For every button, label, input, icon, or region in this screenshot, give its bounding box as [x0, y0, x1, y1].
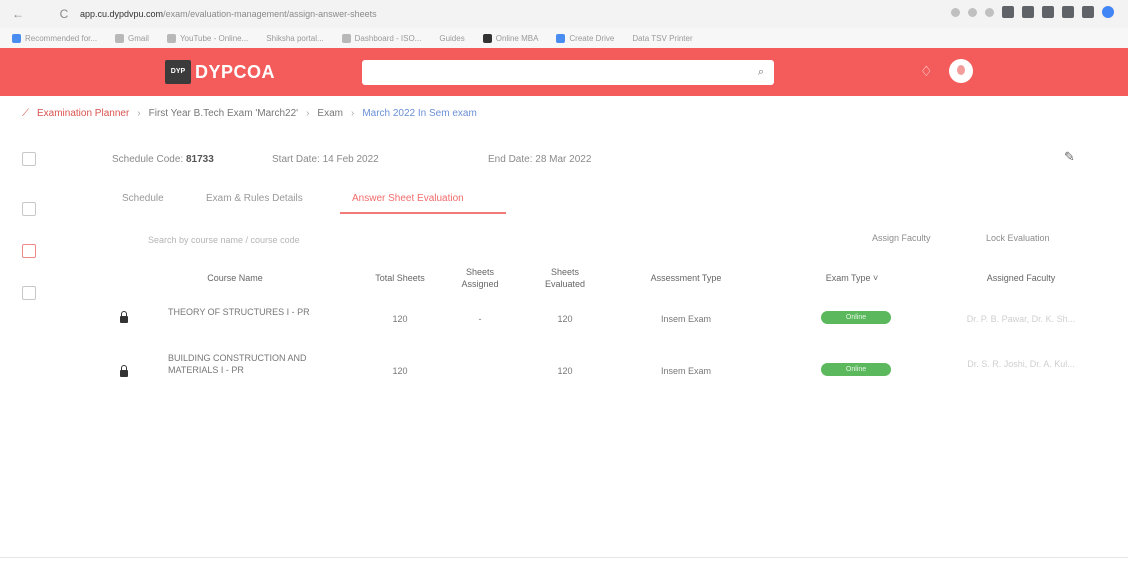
col-assigned-faculty: Assigned Faculty — [986, 273, 1056, 283]
divider — [0, 557, 1128, 558]
schedule-code-value: 81733 — [185, 154, 214, 165]
breadcrumb-separator: › — [306, 108, 310, 119]
tab-exam-rules[interactable]: Exam & Rules Details — [206, 193, 303, 204]
total-sheets: 120 — [392, 366, 408, 376]
calendar-icon[interactable] — [22, 202, 36, 216]
sheets-assigned: - — [478, 314, 482, 324]
reload-icon[interactable]: C — [54, 7, 74, 21]
end-date: End Date: 28 Mar 2022 — [488, 154, 592, 165]
col-exam-type[interactable]: Exam Type ˅ — [812, 272, 892, 284]
search-input[interactable]: ⌕ — [362, 60, 774, 85]
settings-icon[interactable] — [22, 286, 36, 300]
search-icon[interactable]: ⌕ — [758, 66, 764, 79]
browser-toolbar: ← C app.cu.dypdvpu.com/exam/evaluation-m… — [0, 0, 1128, 28]
assign-faculty-button[interactable]: Assign Faculty — [872, 233, 931, 243]
music-icon[interactable] — [1062, 6, 1074, 18]
youtube-icon — [166, 33, 176, 43]
page-icon — [341, 33, 351, 43]
breadcrumb-home[interactable]: Examination Planner — [37, 108, 129, 119]
extension-icon[interactable] — [1002, 6, 1014, 18]
logo[interactable]: DYP DYPCOA — [165, 60, 275, 84]
breadcrumb-separator: › — [350, 108, 355, 119]
logo-mark: DYP — [165, 60, 191, 84]
bookmark-item[interactable]: Shiksha portal... — [266, 34, 323, 43]
start-date: Start Date: 14 Feb 2022 — [272, 154, 379, 165]
col-total-sheets: Total Sheets — [375, 273, 425, 283]
puzzle-icon[interactable] — [1042, 6, 1054, 18]
col-sheets-assigned: Sheets Assigned — [461, 267, 499, 289]
app-header: DYP DYPCOA ⌕ ♢ — [0, 48, 1128, 96]
profile-icon[interactable] — [1102, 6, 1114, 18]
lock-icon[interactable] — [120, 311, 128, 323]
breadcrumb-item[interactable]: Exam — [317, 108, 343, 119]
url-host: app.cu.dypdvpu.com — [80, 9, 164, 19]
assessment-type: Insem Exam — [660, 366, 711, 376]
sheets-evaluated: 120 — [557, 366, 573, 376]
back-icon[interactable]: ← — [8, 7, 28, 21]
extension-icons — [951, 6, 1114, 18]
lock-icon[interactable] — [120, 365, 128, 377]
lock-evaluation-button[interactable]: Lock Evaluation — [986, 233, 1050, 243]
bookmark-item[interactable]: YouTube - Online... — [166, 33, 248, 43]
col-assessment-type: Assessment Type — [650, 273, 722, 283]
key-icon[interactable] — [951, 7, 960, 17]
edit-icon[interactable]: ✎ — [1064, 149, 1075, 165]
exam-type-badge: Online — [821, 363, 891, 376]
bookmarks-bar: Recommended for... Gmail YouTube - Onlin… — [0, 28, 1128, 48]
bookmark-item[interactable]: Data TSV Printer — [632, 34, 692, 43]
logo-text: DYPCOA — [195, 61, 276, 82]
bookmark-item[interactable]: Dashboard - ISO... — [341, 33, 421, 43]
address-bar[interactable]: app.cu.dypdvpu.com/exam/evaluation-manag… — [80, 9, 377, 19]
col-sheets-evaluated: Sheets Evaluated — [544, 267, 586, 289]
tab-schedule[interactable]: Schedule — [122, 193, 164, 204]
active-tab-indicator — [340, 212, 506, 214]
course-name: THEORY OF STRUCTURES I - PR — [168, 307, 310, 317]
breadcrumb-separator: › — [137, 108, 141, 119]
evaluation-icon[interactable] — [22, 244, 36, 258]
course-name: BUILDING CONSTRUCTION AND MATERIALS I - P… — [168, 353, 307, 375]
bookmark-item[interactable]: Guides — [439, 34, 464, 43]
apps-icon — [12, 33, 21, 43]
bookmark-item[interactable]: Create Drive — [556, 33, 614, 43]
bookmark-item[interactable]: Gmail — [115, 33, 149, 43]
breadcrumb: ⟋ Examination Planner › First Year B.Tec… — [22, 108, 477, 119]
assigned-faculty[interactable]: Dr. P. B. Pawar, Dr. K. Sh... — [966, 313, 1076, 325]
share-icon[interactable] — [968, 7, 977, 17]
assigned-faculty[interactable]: Dr. S. R. Joshi, Dr. A. Kul... — [966, 358, 1076, 370]
bell-icon[interactable]: ♢ — [920, 63, 933, 80]
avatar[interactable] — [949, 59, 973, 83]
mba-icon — [482, 33, 492, 43]
window-icon[interactable] — [1082, 6, 1094, 18]
assessment-type: Insem Exam — [660, 314, 711, 324]
url-path: /exam/evaluation-management/assign-answe… — [163, 9, 377, 19]
check-extension-icon[interactable] — [1022, 6, 1034, 18]
course-filter-input[interactable]: Search by course name / course code — [148, 235, 300, 245]
schedule-code: Schedule Code: 81733 — [112, 154, 214, 165]
exam-type-badge: Online — [821, 311, 891, 324]
total-sheets: 120 — [392, 314, 408, 324]
breadcrumb-current: March 2022 In Sem exam — [362, 108, 477, 119]
col-course-name: Course Name — [207, 273, 263, 283]
gmail-icon — [115, 33, 125, 43]
breadcrumb-home-icon[interactable]: ⟋ — [22, 108, 29, 119]
sheets-evaluated: 120 — [557, 314, 573, 324]
tab-answer-sheet-evaluation[interactable]: Answer Sheet Evaluation — [352, 193, 464, 204]
bookmark-item[interactable]: Recommended for... — [12, 33, 97, 43]
breadcrumb-item[interactable]: First Year B.Tech Exam 'March22' — [149, 108, 298, 119]
star-icon[interactable] — [985, 7, 994, 17]
drive-icon — [556, 33, 566, 43]
document-icon[interactable] — [22, 152, 36, 166]
bookmark-item[interactable]: Online MBA — [482, 33, 538, 43]
